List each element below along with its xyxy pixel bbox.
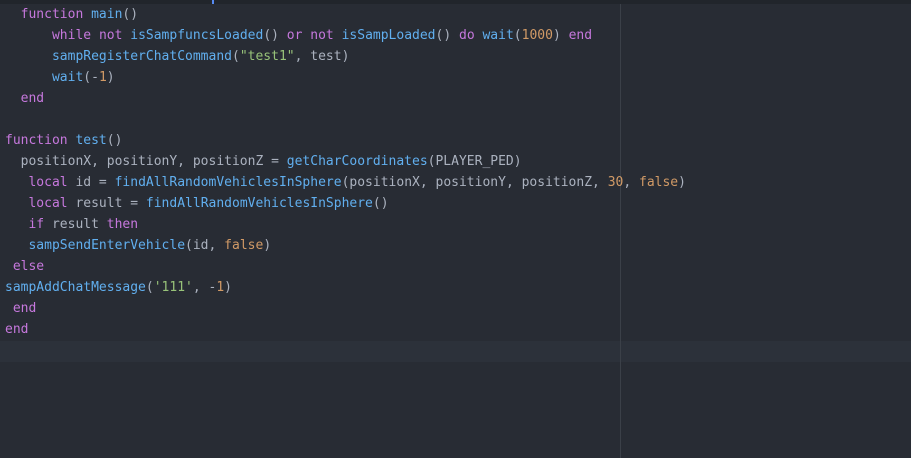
code-token: function bbox=[5, 133, 68, 148]
code-token: '111' bbox=[153, 280, 193, 295]
code-token: ) bbox=[678, 175, 686, 190]
code-line[interactable]: local id = findAllRandomVehiclesInSphere… bbox=[5, 172, 686, 193]
code-line[interactable]: end bbox=[5, 319, 686, 340]
code-token: (- bbox=[83, 70, 99, 85]
code-token: ) bbox=[106, 70, 115, 85]
code-token: test bbox=[75, 133, 107, 148]
code-token: wait bbox=[482, 28, 514, 43]
code-token: , bbox=[623, 175, 639, 190]
code-token: end bbox=[568, 28, 593, 43]
code-token: , test) bbox=[294, 49, 350, 64]
code-line[interactable]: end bbox=[5, 298, 686, 319]
code-token: positionX, positionY, positionZ = bbox=[5, 154, 287, 169]
code-token: else bbox=[12, 259, 45, 274]
code-line[interactable]: sampRegisterChatCommand("test1", test) bbox=[5, 46, 686, 67]
code-line[interactable]: function main() bbox=[5, 4, 686, 25]
code-token: ( bbox=[513, 28, 522, 43]
code-token: wait bbox=[51, 70, 84, 85]
code-token: ) bbox=[263, 238, 272, 253]
code-token: 1000 bbox=[521, 28, 553, 43]
code-line[interactable]: if result then bbox=[5, 214, 686, 235]
code-line[interactable] bbox=[5, 340, 686, 361]
code-token: not bbox=[310, 28, 334, 43]
code-token: result = bbox=[67, 196, 146, 211]
code-token: ) bbox=[552, 28, 569, 43]
code-line[interactable]: sampAddChatMessage('111', -1) bbox=[5, 277, 686, 298]
code-token: local bbox=[28, 175, 68, 190]
code-token: findAllRandomVehiclesInSphere bbox=[145, 196, 373, 211]
code-token: 1 bbox=[216, 280, 225, 295]
code-token: not bbox=[98, 28, 123, 43]
code-token: then bbox=[106, 217, 139, 232]
code-line[interactable] bbox=[5, 109, 686, 130]
code-token: local bbox=[28, 196, 68, 211]
code-token: () bbox=[122, 7, 139, 22]
code-token: or bbox=[286, 28, 303, 43]
code-token: end bbox=[5, 322, 29, 337]
code-token: id = bbox=[67, 175, 115, 190]
code-token: ( bbox=[145, 280, 154, 295]
code-token: end bbox=[12, 301, 37, 316]
code-token: isSampfuncsLoaded bbox=[130, 28, 264, 43]
code-token: 30 bbox=[607, 175, 624, 190]
code-token: sampSendEnterVehicle bbox=[28, 238, 186, 253]
code-token: () bbox=[106, 133, 123, 148]
code-token: function bbox=[20, 7, 84, 22]
code-token: 1 bbox=[98, 70, 107, 85]
code-token: () bbox=[372, 196, 389, 211]
code-token: false bbox=[639, 175, 679, 190]
code-text-area[interactable]: function main() while not isSampfuncsLoa… bbox=[5, 4, 686, 361]
code-token: main bbox=[91, 7, 123, 22]
code-token: ( bbox=[231, 49, 240, 64]
code-token: getCharCoordinates bbox=[286, 154, 428, 169]
code-token: (id, bbox=[185, 238, 225, 253]
code-token: (positionX, positionY, positionZ, bbox=[341, 175, 608, 190]
code-token: (PLAYER_PED) bbox=[427, 154, 522, 169]
code-token: sampRegisterChatCommand bbox=[51, 49, 232, 64]
code-line[interactable]: local result = findAllRandomVehiclesInSp… bbox=[5, 193, 686, 214]
code-token: findAllRandomVehiclesInSphere bbox=[114, 175, 342, 190]
code-token: () bbox=[263, 28, 287, 43]
code-token: do bbox=[459, 28, 475, 43]
code-line[interactable]: wait(-1) bbox=[5, 67, 686, 88]
code-token: () bbox=[435, 28, 459, 43]
code-line[interactable]: function test() bbox=[5, 130, 686, 151]
code-editor[interactable]: function main() while not isSampfuncsLoa… bbox=[0, 0, 911, 458]
code-line[interactable]: end bbox=[5, 88, 686, 109]
code-token: result bbox=[44, 217, 107, 232]
code-token: isSampLoaded bbox=[341, 28, 436, 43]
code-token: "test1" bbox=[239, 49, 295, 64]
code-token: ) bbox=[224, 280, 232, 295]
code-token: end bbox=[20, 91, 45, 106]
code-token: while bbox=[51, 28, 92, 43]
code-token: sampAddChatMessage bbox=[5, 280, 146, 295]
code-line[interactable]: sampSendEnterVehicle(id, false) bbox=[5, 235, 686, 256]
code-token: false bbox=[224, 238, 264, 253]
code-token: , - bbox=[192, 280, 217, 295]
code-token: if bbox=[28, 217, 45, 232]
code-line[interactable]: positionX, positionY, positionZ = getCha… bbox=[5, 151, 686, 172]
code-line[interactable]: else bbox=[5, 256, 686, 277]
code-line[interactable]: while not isSampfuncsLoaded() or not isS… bbox=[5, 25, 686, 46]
